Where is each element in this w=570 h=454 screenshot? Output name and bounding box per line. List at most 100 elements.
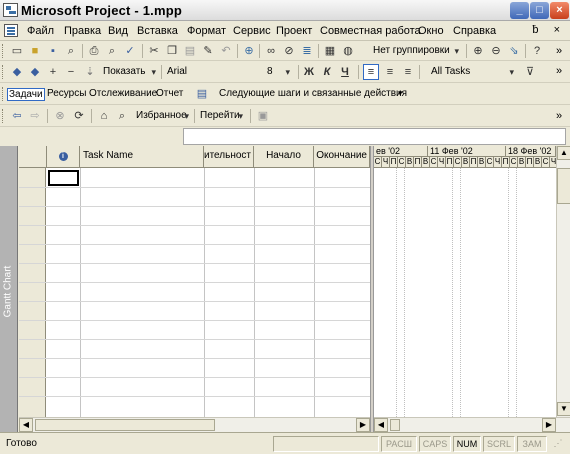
task-info-icon[interactable]: ▦ bbox=[322, 43, 338, 59]
chevron-down-icon[interactable]: ▾ bbox=[184, 108, 189, 124]
save-icon[interactable]: ▪ bbox=[45, 43, 61, 59]
bold-button[interactable]: Ж bbox=[301, 64, 317, 80]
chevron-down-icon[interactable]: ▾ bbox=[151, 64, 156, 80]
forward-icon[interactable]: ⇨ bbox=[27, 108, 43, 124]
table-row[interactable] bbox=[19, 206, 370, 207]
toolbar-overflow-icon[interactable]: » bbox=[556, 110, 562, 122]
vertical-scrollbar[interactable]: ▲ ▼ bbox=[556, 146, 570, 417]
refresh-icon[interactable]: ⟳ bbox=[71, 108, 87, 124]
menu-window[interactable]: Окно bbox=[418, 25, 444, 37]
zoom-out-icon[interactable]: ⊖ bbox=[488, 43, 504, 59]
toolbar-overflow-icon[interactable]: » bbox=[556, 45, 562, 57]
align-center-icon[interactable]: ≡ bbox=[382, 64, 398, 80]
scroll-left-icon[interactable]: ◀ bbox=[19, 418, 33, 432]
next-steps-dropdown[interactable]: Следующие шаги и связанные действия bbox=[219, 88, 407, 99]
web-search-icon[interactable]: ⌕ bbox=[114, 108, 130, 124]
show-dropdown[interactable]: Показать ▾ bbox=[98, 63, 160, 81]
table-row[interactable] bbox=[19, 358, 370, 359]
hide-subtasks-icon[interactable]: − bbox=[63, 64, 79, 80]
font-select[interactable]: Arial bbox=[164, 63, 252, 81]
search-file-icon[interactable]: ⌕ bbox=[63, 43, 79, 59]
cut-icon[interactable]: ✂ bbox=[146, 43, 162, 59]
menu-file[interactable]: Файл bbox=[27, 25, 54, 37]
resize-grip-icon[interactable]: ⋰ bbox=[549, 436, 567, 452]
font-size-select[interactable]: 8 ▾ bbox=[256, 63, 294, 81]
active-cell[interactable] bbox=[48, 170, 79, 186]
home-icon[interactable]: ⌂ bbox=[96, 108, 112, 124]
scroll-up-icon[interactable]: ▲ bbox=[557, 146, 570, 160]
menu-collaborate[interactable]: Совместная работа bbox=[320, 25, 421, 37]
print-icon[interactable]: ⎙ bbox=[86, 43, 102, 59]
maximize-button[interactable]: □ bbox=[530, 2, 549, 19]
italic-button[interactable]: К bbox=[319, 64, 335, 80]
tab-report[interactable]: Отчет bbox=[156, 88, 183, 99]
chevron-down-icon[interactable]: ▾ bbox=[398, 88, 403, 99]
scroll-thumb[interactable] bbox=[390, 419, 400, 431]
table-row[interactable] bbox=[19, 244, 370, 245]
tab-resources[interactable]: Ресурсы bbox=[47, 88, 86, 99]
duration-header[interactable]: ительност bbox=[204, 146, 254, 168]
gantt-horizontal-scrollbar[interactable]: ◀ ▶ bbox=[374, 417, 570, 432]
table-row[interactable] bbox=[19, 320, 370, 321]
scroll-right-icon[interactable]: ▶ bbox=[356, 418, 370, 432]
menu-tools[interactable]: Сервис bbox=[233, 25, 271, 37]
task-name-header[interactable]: Task Name bbox=[80, 146, 204, 168]
grouping-select[interactable]: Нет группировки ▾ bbox=[358, 42, 463, 60]
new-icon[interactable]: ▭ bbox=[9, 43, 25, 59]
chevron-down-icon[interactable]: ▾ bbox=[238, 108, 243, 124]
hyperlink-icon[interactable]: ⊕ bbox=[241, 43, 257, 59]
minimize-button[interactable]: _ bbox=[510, 2, 529, 19]
menu-view[interactable]: Вид bbox=[108, 25, 128, 37]
show-subtasks-icon[interactable]: + bbox=[45, 64, 61, 80]
select-all-header[interactable] bbox=[19, 146, 47, 168]
zoom-in-icon[interactable]: ⊕ bbox=[470, 43, 486, 59]
table-row[interactable] bbox=[19, 263, 370, 264]
table-horizontal-scrollbar[interactable]: ◀ ▶ bbox=[19, 417, 370, 432]
spelling-icon[interactable]: ✓ bbox=[122, 43, 138, 59]
print-preview-icon[interactable]: ⌕ bbox=[104, 43, 120, 59]
toolbar-overflow-icon[interactable]: » bbox=[556, 65, 562, 77]
menu-project[interactable]: Проект bbox=[276, 25, 312, 37]
table-row[interactable] bbox=[19, 301, 370, 302]
toolbar-grip[interactable] bbox=[2, 109, 5, 123]
menu-help[interactable]: Справка bbox=[453, 25, 496, 37]
paste-icon[interactable]: ▤ bbox=[182, 43, 198, 59]
table-row[interactable] bbox=[19, 396, 370, 397]
favorites-dropdown[interactable]: Избранное ▾ bbox=[133, 107, 193, 125]
align-right-icon[interactable]: ≡ bbox=[400, 64, 416, 80]
toolbar-grip[interactable] bbox=[2, 87, 5, 101]
web-toolbar-icon[interactable]: ▣ bbox=[255, 108, 271, 124]
unlink-tasks-icon[interactable]: ⊘ bbox=[281, 43, 297, 59]
mdi-controls[interactable]: ƀ × bbox=[532, 24, 566, 36]
back-icon[interactable]: ⇦ bbox=[9, 108, 25, 124]
indicators-header[interactable]: i bbox=[47, 146, 80, 168]
toolbar-grip[interactable] bbox=[2, 44, 5, 58]
menu-edit[interactable]: Правка bbox=[64, 25, 101, 37]
format-painter-icon[interactable]: ✎ bbox=[200, 43, 216, 59]
finish-header[interactable]: Окончание bbox=[314, 146, 370, 168]
table-row[interactable] bbox=[19, 282, 370, 283]
menu-format[interactable]: Формат bbox=[187, 25, 226, 37]
menu-insert[interactable]: Вставка bbox=[137, 25, 178, 37]
chevron-down-icon[interactable]: ▾ bbox=[509, 64, 514, 80]
filter-select[interactable]: All Tasks ▾ bbox=[426, 63, 518, 81]
toolbar-grip[interactable] bbox=[2, 65, 5, 79]
table-row[interactable] bbox=[19, 339, 370, 340]
project-app-icon[interactable] bbox=[3, 3, 18, 17]
table-row[interactable] bbox=[19, 377, 370, 378]
scroll-right-icon[interactable]: ▶ bbox=[542, 418, 556, 432]
show-icon[interactable]: ⇣ bbox=[82, 64, 98, 80]
entry-field[interactable] bbox=[183, 128, 566, 145]
chevron-down-icon[interactable]: ▾ bbox=[285, 64, 290, 80]
table-row[interactable] bbox=[19, 225, 370, 226]
scroll-thumb[interactable] bbox=[557, 168, 570, 204]
table-row[interactable] bbox=[19, 187, 370, 188]
split-task-icon[interactable]: ≣ bbox=[299, 43, 315, 59]
document-icon[interactable] bbox=[4, 24, 18, 37]
goto-task-icon[interactable]: ⇘ bbox=[506, 43, 522, 59]
indent-icon[interactable]: ◆ bbox=[27, 64, 43, 80]
scroll-left-icon[interactable]: ◀ bbox=[374, 418, 388, 432]
start-header[interactable]: Начало bbox=[254, 146, 314, 168]
tab-tracking[interactable]: Отслеживание bbox=[89, 88, 157, 99]
close-button[interactable]: × bbox=[550, 2, 569, 19]
